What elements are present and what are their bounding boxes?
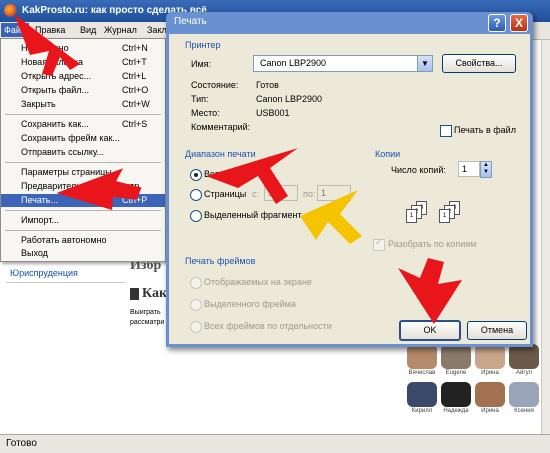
yellow-arrow-icon xyxy=(300,190,362,244)
red-arrow-icon xyxy=(206,148,298,204)
annotation-layer xyxy=(14,14,462,324)
red-arrow-icon xyxy=(398,258,462,324)
red-arrow-icon xyxy=(56,168,142,210)
red-arrow-icon xyxy=(14,14,80,76)
